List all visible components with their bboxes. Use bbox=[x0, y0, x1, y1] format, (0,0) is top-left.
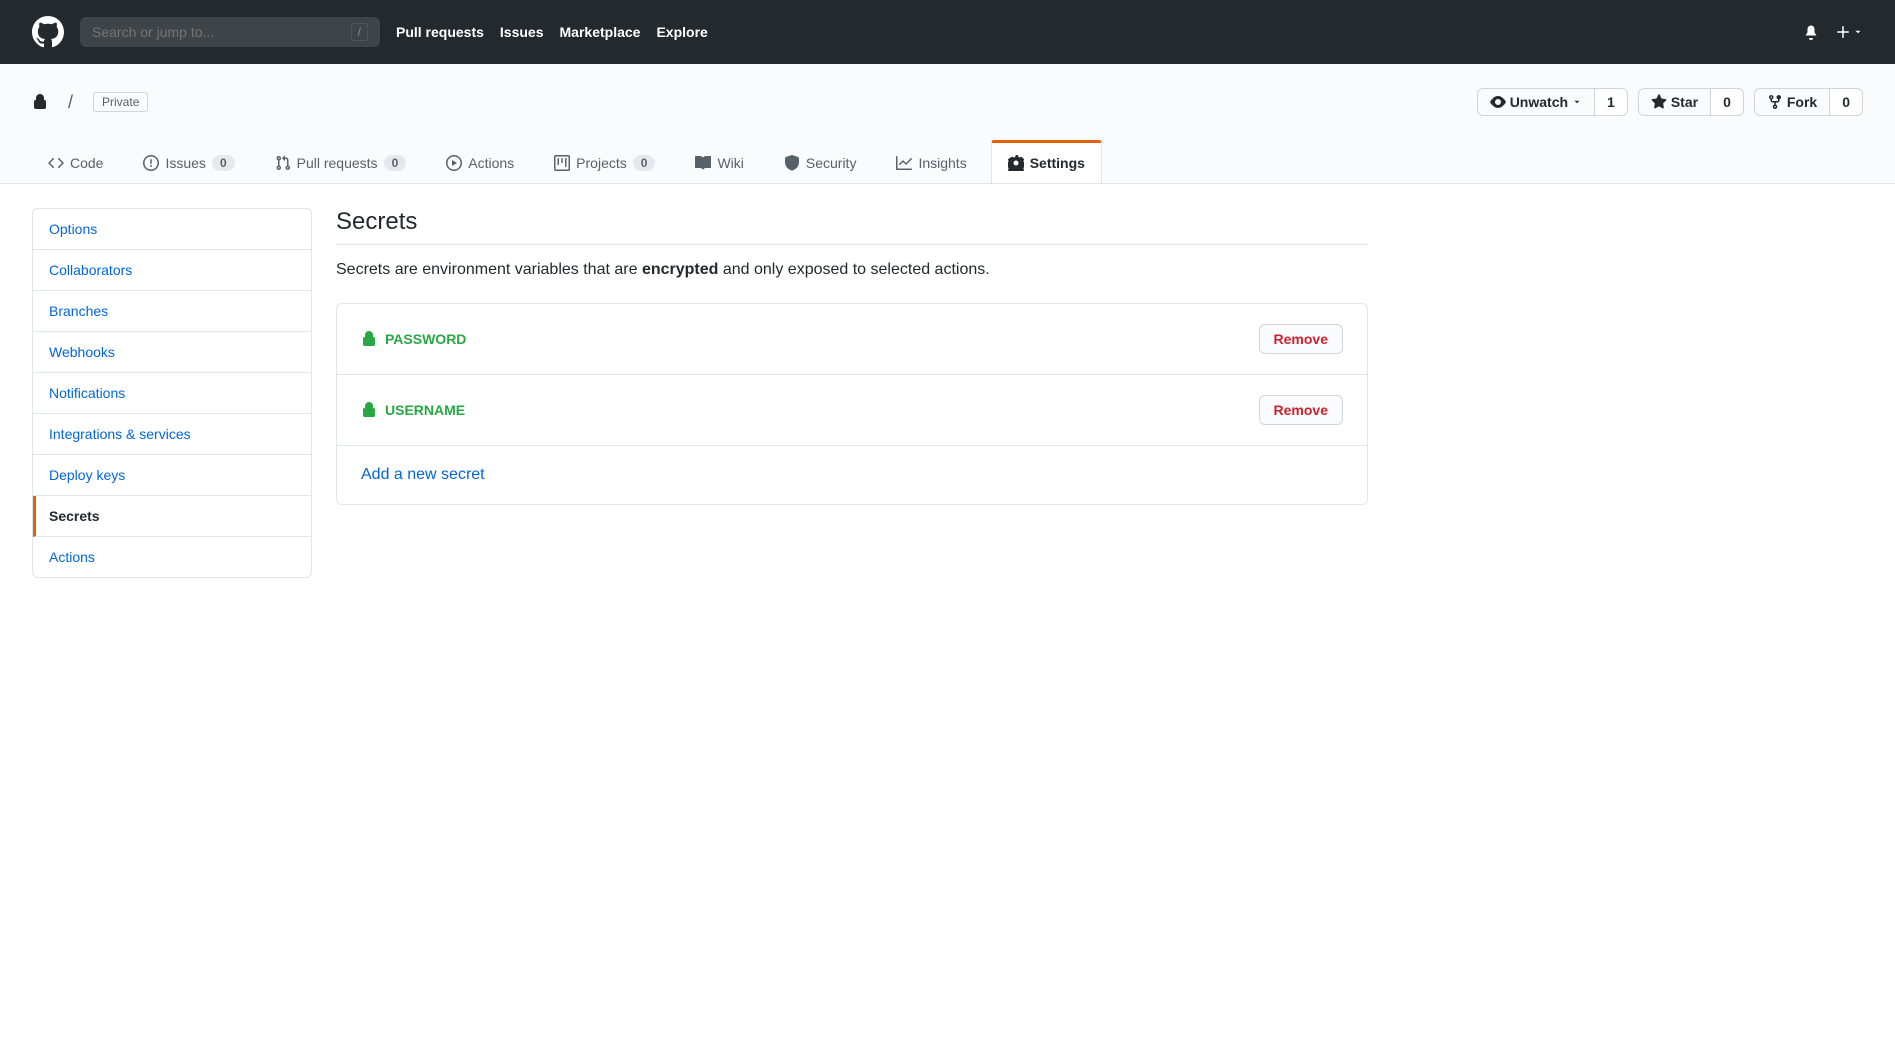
tab-pulls-count: 0 bbox=[384, 155, 407, 171]
sidebar-item-branches[interactable]: Branches bbox=[33, 291, 311, 332]
sidebar-item-notifications[interactable]: Notifications bbox=[33, 373, 311, 414]
shield-icon bbox=[784, 155, 800, 171]
page-title: Secrets bbox=[336, 208, 1368, 245]
chevron-down-icon bbox=[1853, 27, 1863, 37]
play-icon bbox=[446, 155, 462, 171]
global-header: / Pull requests Issues Marketplace Explo… bbox=[0, 0, 1895, 64]
gear-icon bbox=[1008, 155, 1024, 171]
desc-pre: Secrets are environment variables that a… bbox=[336, 261, 642, 278]
tab-insights[interactable]: Insights bbox=[880, 140, 982, 183]
nav-links: Pull requests Issues Marketplace Explore bbox=[396, 24, 708, 40]
tab-wiki[interactable]: Wiki bbox=[679, 140, 759, 183]
search-box[interactable]: / bbox=[80, 17, 380, 47]
desc-post: and only exposed to selected actions. bbox=[718, 261, 989, 278]
project-icon bbox=[554, 155, 570, 171]
repo-title: / Private bbox=[32, 92, 148, 113]
sidebar-item-collaborators[interactable]: Collaborators bbox=[33, 250, 311, 291]
fork-icon bbox=[1767, 94, 1783, 110]
search-input[interactable] bbox=[92, 24, 351, 40]
create-menu[interactable] bbox=[1835, 24, 1863, 40]
star-icon bbox=[1651, 94, 1667, 110]
secret-name[interactable]: USERNAME bbox=[361, 402, 465, 418]
watch-label: Unwatch bbox=[1510, 94, 1568, 110]
lock-icon bbox=[361, 331, 377, 347]
sidebar-item-webhooks[interactable]: Webhooks bbox=[33, 332, 311, 373]
tab-wiki-label: Wiki bbox=[717, 155, 743, 171]
watch-count[interactable]: 1 bbox=[1595, 88, 1628, 116]
remove-button[interactable]: Remove bbox=[1259, 395, 1343, 425]
tab-code-label: Code bbox=[70, 155, 103, 171]
tab-pulls-label: Pull requests bbox=[297, 155, 378, 171]
repo-head: / Private Unwatch 1 Star 0 bbox=[0, 64, 1895, 184]
nav-issues[interactable]: Issues bbox=[500, 24, 544, 40]
sidebar-item-deploy-keys[interactable]: Deploy keys bbox=[33, 455, 311, 496]
tab-issues[interactable]: Issues 0 bbox=[127, 140, 250, 183]
content: Secrets Secrets are environment variable… bbox=[336, 208, 1368, 578]
tab-insights-label: Insights bbox=[918, 155, 966, 171]
lock-icon bbox=[361, 402, 377, 418]
tab-pull-requests[interactable]: Pull requests 0 bbox=[259, 140, 423, 183]
header-right bbox=[1803, 24, 1863, 40]
code-icon bbox=[48, 155, 64, 171]
star-group: Star 0 bbox=[1638, 88, 1744, 116]
sidebar-item-secrets[interactable]: Secrets bbox=[33, 496, 311, 537]
nav-explore[interactable]: Explore bbox=[656, 24, 707, 40]
tab-settings[interactable]: Settings bbox=[991, 140, 1102, 183]
tab-code[interactable]: Code bbox=[32, 140, 119, 183]
tab-actions-label: Actions bbox=[468, 155, 514, 171]
sidebar-item-options[interactable]: Options bbox=[33, 209, 311, 250]
settings-sidebar: Options Collaborators Branches Webhooks … bbox=[32, 208, 312, 578]
tab-projects-count: 0 bbox=[633, 155, 656, 171]
private-badge: Private bbox=[93, 92, 148, 112]
star-count[interactable]: 0 bbox=[1711, 88, 1744, 116]
search-shortcut-key: / bbox=[351, 23, 368, 41]
sidebar-item-integrations[interactable]: Integrations & services bbox=[33, 414, 311, 455]
repo-title-row: / Private Unwatch 1 Star 0 bbox=[32, 88, 1863, 116]
fork-count[interactable]: 0 bbox=[1830, 88, 1863, 116]
nav-pull-requests[interactable]: Pull requests bbox=[396, 24, 484, 40]
repo-tabs: Code Issues 0 Pull requests 0 Actions Pr… bbox=[32, 140, 1863, 183]
lock-icon bbox=[32, 94, 48, 110]
fork-label: Fork bbox=[1787, 94, 1817, 110]
add-secret-link[interactable]: Add a new secret bbox=[361, 466, 485, 484]
star-button[interactable]: Star bbox=[1638, 88, 1711, 116]
page-description: Secrets are environment variables that a… bbox=[336, 261, 1368, 279]
tab-projects-label: Projects bbox=[576, 155, 627, 171]
secret-row: USERNAME Remove bbox=[337, 375, 1367, 446]
chevron-down-icon bbox=[1572, 97, 1582, 107]
issue-icon bbox=[143, 155, 159, 171]
secret-name-label: PASSWORD bbox=[385, 331, 466, 347]
tab-security[interactable]: Security bbox=[768, 140, 873, 183]
graph-icon bbox=[896, 155, 912, 171]
repo-actions: Unwatch 1 Star 0 Fork 0 bbox=[1477, 88, 1863, 116]
watch-button[interactable]: Unwatch bbox=[1477, 88, 1595, 116]
add-secret-row: Add a new secret bbox=[337, 446, 1367, 504]
secret-name-label: USERNAME bbox=[385, 402, 465, 418]
watch-group: Unwatch 1 bbox=[1477, 88, 1628, 116]
pull-request-icon bbox=[275, 155, 291, 171]
secret-row: PASSWORD Remove bbox=[337, 304, 1367, 375]
secret-name[interactable]: PASSWORD bbox=[361, 331, 466, 347]
secrets-list: PASSWORD Remove USERNAME Remove Add a ne… bbox=[336, 303, 1368, 505]
star-label: Star bbox=[1671, 94, 1698, 110]
sidebar-item-actions[interactable]: Actions bbox=[33, 537, 311, 577]
tab-projects[interactable]: Projects 0 bbox=[538, 140, 671, 183]
github-logo-icon[interactable] bbox=[32, 16, 64, 48]
nav-marketplace[interactable]: Marketplace bbox=[560, 24, 641, 40]
plus-icon bbox=[1835, 24, 1851, 40]
eye-icon bbox=[1490, 94, 1506, 110]
book-icon bbox=[695, 155, 711, 171]
tab-settings-label: Settings bbox=[1030, 155, 1085, 171]
tab-issues-label: Issues bbox=[165, 155, 205, 171]
tab-security-label: Security bbox=[806, 155, 857, 171]
fork-group: Fork 0 bbox=[1754, 88, 1863, 116]
tab-issues-count: 0 bbox=[212, 155, 235, 171]
remove-button[interactable]: Remove bbox=[1259, 324, 1343, 354]
repo-slash: / bbox=[68, 92, 73, 113]
main: Options Collaborators Branches Webhooks … bbox=[0, 184, 1400, 602]
fork-button[interactable]: Fork bbox=[1754, 88, 1830, 116]
tab-actions[interactable]: Actions bbox=[430, 140, 530, 183]
desc-bold: encrypted bbox=[642, 261, 718, 278]
bell-icon[interactable] bbox=[1803, 24, 1819, 40]
